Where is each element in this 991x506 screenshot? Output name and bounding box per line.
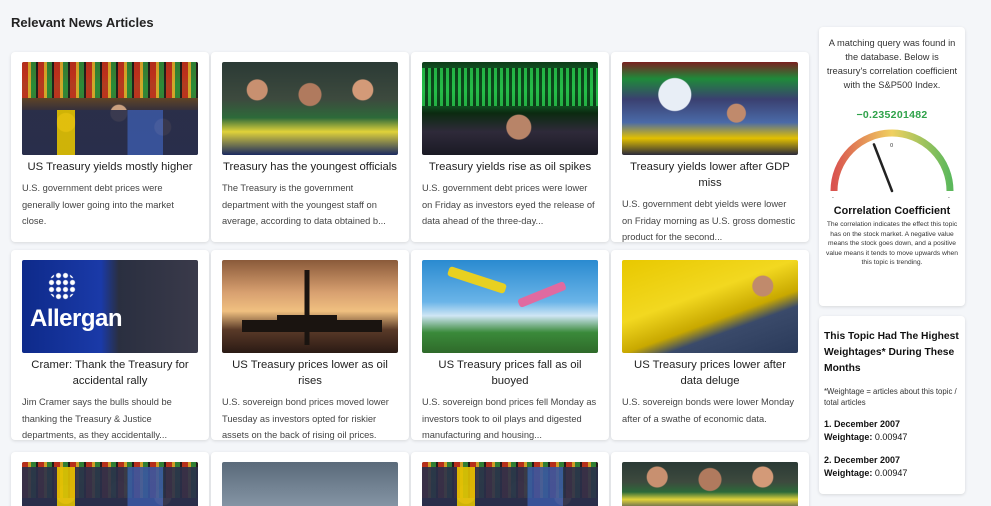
- weightage-item: 1. December 2007 Weightage: 0.00947: [824, 418, 960, 444]
- article-card[interactable]: US Treasury prices lower as oil rises U.…: [211, 250, 409, 440]
- article-image[interactable]: [422, 62, 598, 155]
- article-title[interactable]: Treasury has the youngest officials: [222, 159, 398, 175]
- article-title[interactable]: US Treasury prices lower after data delu…: [622, 357, 798, 389]
- article-description: U.S. sovereign bond prices moved lower T…: [222, 397, 389, 440]
- weightage-value: 0.00947: [874, 432, 908, 442]
- article-image[interactable]: [622, 62, 798, 155]
- weightage-note: *Weightage = articles about this topic /…: [824, 387, 957, 407]
- article-card[interactable]: [611, 452, 809, 506]
- articles-grid: US Treasury yields mostly higher U.S. go…: [11, 52, 810, 440]
- article-description: U.S. government debt prices were general…: [22, 183, 174, 226]
- article-card[interactable]: Treasury yields rise as oil spikes U.S. …: [411, 52, 609, 242]
- article-image[interactable]: [222, 462, 398, 506]
- weightage-item: 2. December 2007 Weightage: 0.00947: [824, 454, 960, 480]
- article-card[interactable]: US Treasury yields mostly higher U.S. go…: [11, 52, 209, 242]
- article-description: The Treasury is the government departmen…: [222, 183, 386, 226]
- allergan-logo-text: Allergan: [30, 305, 123, 332]
- article-description: U.S. sovereign bonds were lower Monday a…: [622, 397, 795, 424]
- article-card[interactable]: [11, 452, 209, 506]
- article-image[interactable]: [22, 462, 198, 506]
- gauge-needle: [872, 143, 894, 193]
- article-title[interactable]: Cramer: Thank the Treasury for accidenta…: [22, 357, 198, 389]
- article-card[interactable]: [211, 452, 409, 506]
- article-title[interactable]: Treasury yields rise as oil spikes: [422, 159, 598, 175]
- gauge-mid-label: 0: [890, 143, 893, 149]
- article-image[interactable]: [622, 260, 798, 353]
- article-card[interactable]: US Treasury prices fall as oil buoyed U.…: [411, 250, 609, 440]
- article-title[interactable]: US Treasury yields mostly higher: [22, 159, 198, 175]
- weightage-label: Weightage:: [824, 468, 873, 478]
- articles-grid-row-3: [11, 452, 810, 506]
- article-image[interactable]: Allergan: [22, 260, 198, 353]
- article-image[interactable]: [222, 62, 398, 155]
- correlation-description: The correlation indicates the effect thi…: [826, 221, 958, 266]
- gauge-min-label: -: [832, 195, 834, 201]
- correlation-panel: A matching query was found in the databa…: [819, 27, 965, 306]
- gauge-max-label: -: [948, 195, 950, 201]
- article-description: Jim Cramer says the bulls should be than…: [22, 397, 172, 440]
- article-description: U.S. government debt prices were lower o…: [422, 183, 595, 226]
- correlation-title: Correlation Coefficient: [833, 205, 951, 217]
- weightage-label: Weightage:: [824, 432, 873, 442]
- article-description: U.S. sovereign bond prices fell Monday a…: [422, 397, 597, 440]
- article-title[interactable]: Treasury yields lower after GDP miss: [622, 159, 798, 191]
- weightage-panel: This Topic Had The Highest Weightages* D…: [819, 316, 965, 494]
- weightage-month: 2. December 2007: [824, 455, 901, 465]
- article-card[interactable]: Treasury yields lower after GDP miss U.S…: [611, 52, 809, 242]
- gauge-arc: [830, 129, 954, 192]
- article-title[interactable]: US Treasury prices lower as oil rises: [222, 357, 398, 389]
- article-image[interactable]: [22, 62, 198, 155]
- article-image[interactable]: [222, 260, 398, 353]
- correlation-intro: A matching query was found in the databa…: [826, 38, 958, 90]
- article-card[interactable]: [411, 452, 609, 506]
- article-image[interactable]: [422, 462, 598, 506]
- article-card[interactable]: US Treasury prices lower after data delu…: [611, 250, 809, 440]
- article-title[interactable]: US Treasury prices fall as oil buoyed: [422, 357, 598, 389]
- weightage-month: 1. December 2007: [824, 419, 901, 429]
- article-card[interactable]: Allergan Cramer: Thank the Treasury for …: [11, 250, 209, 440]
- correlation-value: −0.235201482: [856, 109, 928, 121]
- allergan-logo-icon: [48, 272, 76, 300]
- article-card[interactable]: Treasury has the youngest officials The …: [211, 52, 409, 242]
- weightage-title: This Topic Had The Highest Weightages* D…: [824, 331, 959, 374]
- article-image[interactable]: [422, 260, 598, 353]
- article-description: U.S. government debt yields were lower o…: [622, 199, 796, 242]
- weightage-value: 0.00947: [874, 468, 908, 478]
- correlation-gauge: - 0 -: [830, 129, 954, 201]
- section-title: Relevant News Articles: [11, 15, 154, 30]
- article-image[interactable]: [622, 462, 798, 506]
